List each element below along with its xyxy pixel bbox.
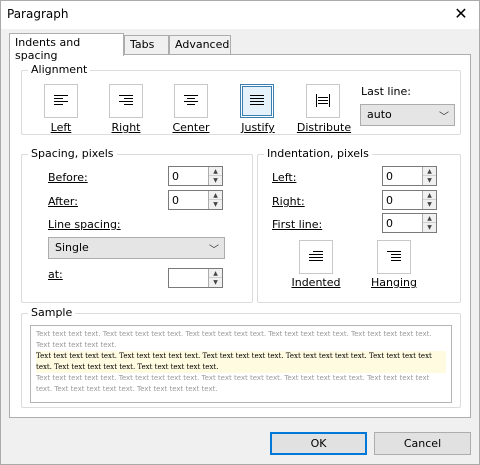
dialog-title: Paragraph <box>7 7 69 21</box>
before-spinbox[interactable]: 0 ▲ ▼ <box>168 166 223 186</box>
indent-left-label: Left: <box>272 171 297 184</box>
line-spacing-value: Single <box>55 241 89 254</box>
ok-button[interactable]: OK <box>270 432 367 455</box>
at-label: at: <box>48 268 63 281</box>
align-right-icon <box>119 95 133 105</box>
indent-right-spinbox[interactable]: 0 ▲ ▼ <box>382 190 437 210</box>
indented-label: Indented <box>291 276 341 289</box>
spacing-group: Spacing, pixels Before: 0 ▲ ▼ After: 0 ▲… <box>21 147 253 303</box>
spin-down-icon[interactable]: ▼ <box>423 176 436 185</box>
spacing-label: Spacing, pixels <box>28 147 117 160</box>
align-left-label: Left <box>50 121 72 134</box>
spin-arrows: ▲ ▼ <box>208 167 222 185</box>
before-label: Before: <box>48 171 88 184</box>
spin-up-icon[interactable]: ▲ <box>209 167 222 176</box>
spin-down-icon[interactable]: ▼ <box>209 200 222 209</box>
chevron-down-icon: ﹀ <box>439 112 449 123</box>
after-value: 0 <box>172 194 179 207</box>
spin-up-icon[interactable]: ▲ <box>423 214 436 223</box>
last-line-label: Last line: <box>361 85 411 98</box>
at-spinbox[interactable]: ▲ ▼ <box>168 268 223 288</box>
cancel-button[interactable]: Cancel <box>374 432 471 455</box>
align-center-button[interactable] <box>174 84 208 118</box>
indentation-label: Indentation, pixels <box>264 147 372 160</box>
spin-up-icon[interactable]: ▲ <box>209 191 222 200</box>
spin-up-icon[interactable]: ▲ <box>209 269 222 278</box>
sample-label: Sample <box>28 306 76 319</box>
indent-left-spinbox[interactable]: 0 ▲ ▼ <box>382 166 437 186</box>
first-line-label: First line: <box>272 218 323 231</box>
chevron-down-icon: ﹀ <box>209 245 219 256</box>
align-left-button[interactable] <box>44 84 78 118</box>
indentation-group: Indentation, pixels Left: 0 ▲ ▼ Right: 0… <box>257 147 461 303</box>
hanging-button[interactable] <box>377 240 411 274</box>
indented-button[interactable] <box>299 240 333 274</box>
align-center-icon <box>184 95 198 105</box>
indent-right-label: Right: <box>272 195 305 208</box>
spin-arrows: ▲ ▼ <box>422 214 436 232</box>
spin-up-icon[interactable]: ▲ <box>423 191 436 200</box>
spin-down-icon[interactable]: ▼ <box>423 223 436 232</box>
after-spinbox[interactable]: 0 ▲ ▼ <box>168 190 223 210</box>
after-label: After: <box>48 195 78 208</box>
last-line-select[interactable]: auto ﹀ <box>360 104 455 126</box>
tab-panel: Alignment Left Right Center Justify Dist… <box>9 54 471 418</box>
align-right-button[interactable] <box>109 84 143 118</box>
indented-icon <box>309 251 323 261</box>
align-right-label: Right <box>111 121 141 134</box>
alignment-label: Alignment <box>28 63 91 76</box>
tab-tabs[interactable]: Tabs <box>124 35 169 55</box>
first-line-spinbox[interactable]: 0 ▲ ▼ <box>382 213 437 233</box>
spin-arrows: ▲ ▼ <box>422 167 436 185</box>
tab-indents-and-spacing[interactable]: Indents and spacing <box>9 33 124 62</box>
hanging-icon <box>387 251 401 261</box>
close-icon[interactable]: ✕ <box>451 4 471 24</box>
title-bar: Paragraph ✕ <box>1 1 479 29</box>
sample-main-text: Text text text text text. Text text text… <box>36 351 446 373</box>
spin-down-icon[interactable]: ▼ <box>209 176 222 185</box>
spin-down-icon[interactable]: ▼ <box>209 278 222 287</box>
line-spacing-label: Line spacing: <box>48 218 121 231</box>
before-value: 0 <box>172 170 179 183</box>
spin-arrows: ▲ ▼ <box>422 191 436 209</box>
spin-up-icon[interactable]: ▲ <box>423 167 436 176</box>
sample-after-text: Text text text text text. Text text text… <box>36 374 430 393</box>
align-justify-icon <box>250 95 264 105</box>
tab-advanced[interactable]: Advanced <box>169 35 231 55</box>
sample-before-text: Text text text text. Text text text text… <box>36 330 432 349</box>
align-left-icon <box>54 95 68 105</box>
align-justify-label: Justify <box>241 121 275 134</box>
hanging-label: Hanging <box>371 276 417 289</box>
align-distribute-icon <box>316 94 330 107</box>
alignment-group: Alignment Left Right Center Justify Dist… <box>21 63 461 135</box>
first-line-value: 0 <box>386 217 393 230</box>
align-center-label: Center <box>172 121 210 134</box>
sample-group: Sample Text text text text. Text text te… <box>21 306 461 408</box>
align-distribute-button[interactable] <box>306 84 340 118</box>
line-spacing-select[interactable]: Single ﹀ <box>48 237 225 259</box>
align-distribute-label: Distribute <box>296 121 352 134</box>
indent-right-value: 0 <box>386 194 393 207</box>
sample-preview: Text text text text. Text text text text… <box>30 325 452 403</box>
paragraph-dialog: Paragraph ✕ Indents and spacing Tabs Adv… <box>0 0 480 465</box>
indent-left-value: 0 <box>386 170 393 183</box>
spin-arrows: ▲ ▼ <box>208 191 222 209</box>
spin-arrows: ▲ ▼ <box>208 269 222 287</box>
last-line-value: auto <box>367 108 392 121</box>
align-justify-button[interactable] <box>240 84 274 118</box>
spin-down-icon[interactable]: ▼ <box>423 200 436 209</box>
